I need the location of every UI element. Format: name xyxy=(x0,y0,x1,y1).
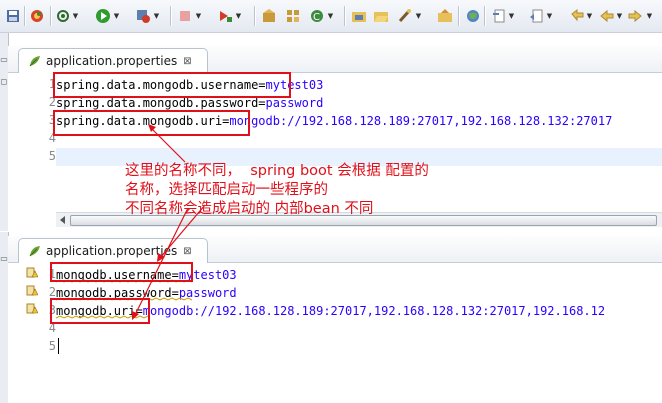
highlight-box xyxy=(53,110,250,136)
highlight-box xyxy=(53,72,291,98)
annotation-line: 不同名称会造成启动的 内部bean 不同 xyxy=(125,201,374,217)
annotation-text: 这里的名称不同， spring boot 会根据 配置的 名称，选择匹配启动一些… xyxy=(125,162,429,219)
highlight-box xyxy=(50,298,150,324)
highlight-box xyxy=(50,262,193,282)
annotation-line: 名称，选择匹配启动一些程序的 xyxy=(125,182,328,198)
annotation-line: 这里的名称不同， spring boot 会根据 配置的 xyxy=(125,163,429,179)
